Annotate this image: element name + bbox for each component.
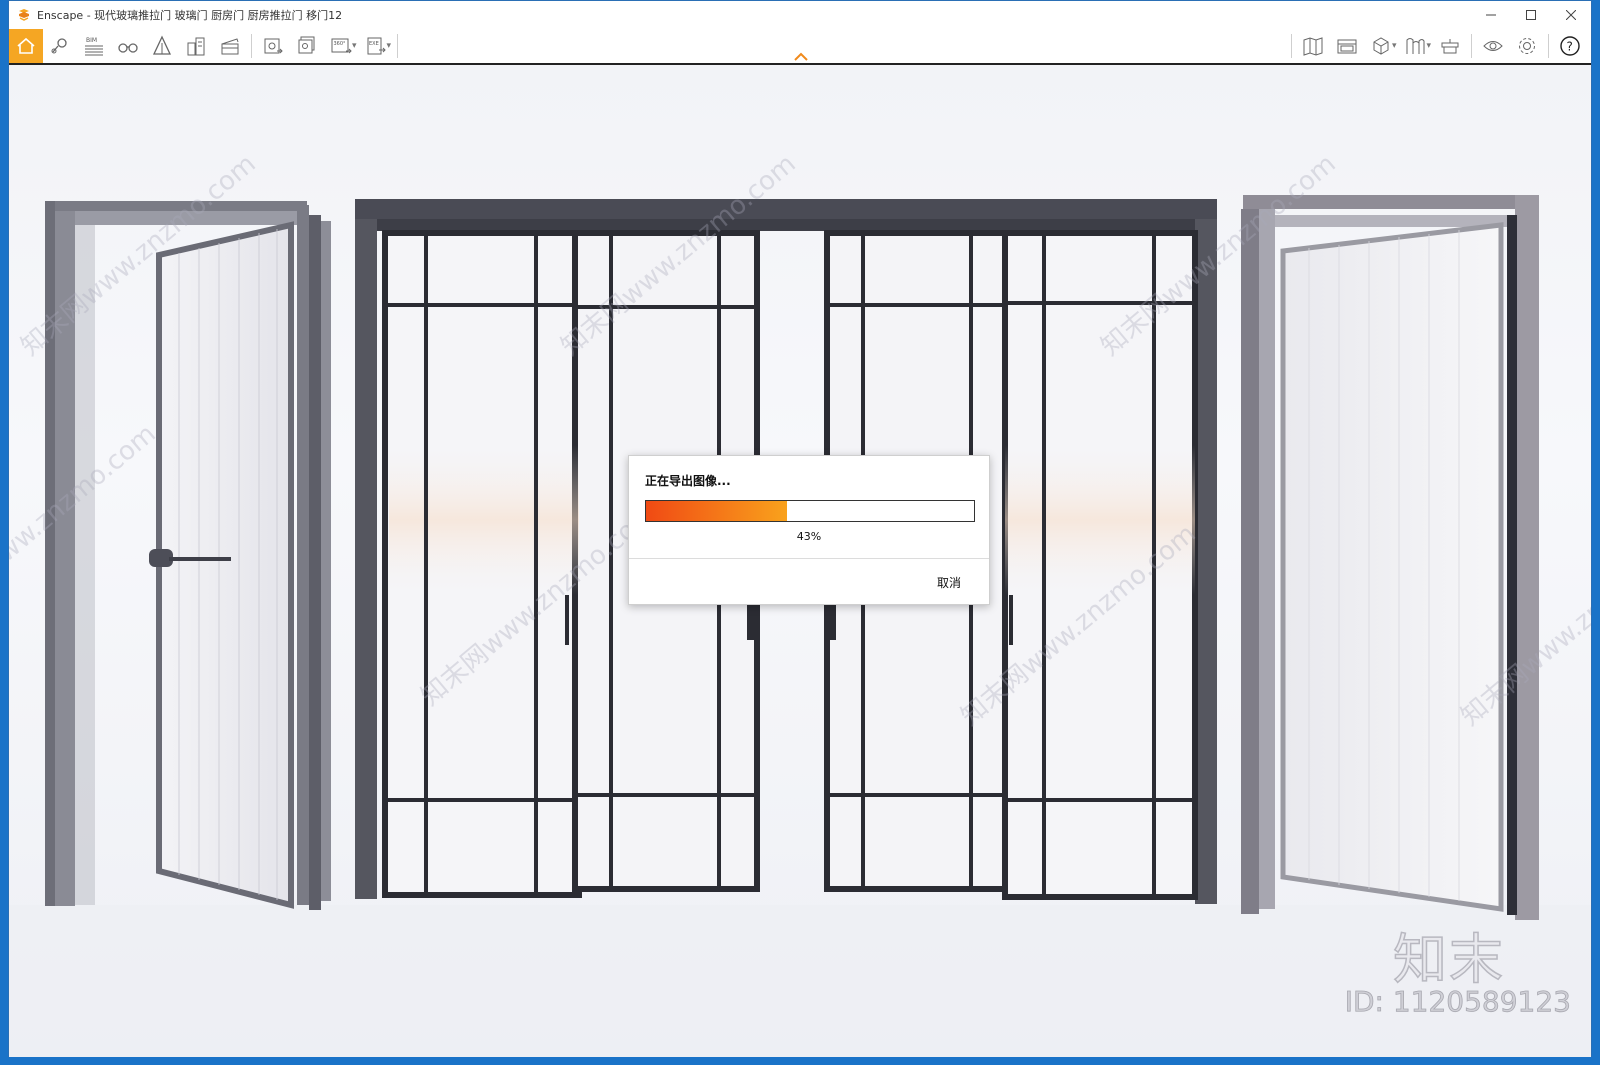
- export-progress-dialog: 正在导出图像... 43% 取消: [628, 455, 990, 605]
- toolbar-separator: [397, 34, 399, 58]
- video-editor-button[interactable]: [213, 29, 247, 63]
- close-button[interactable]: [1551, 1, 1591, 29]
- toolbar-separator: [1548, 34, 1549, 58]
- screenshot-button[interactable]: [256, 29, 290, 63]
- batch-render-icon: [298, 36, 315, 54]
- progress-fill: [646, 501, 788, 521]
- visibility-button[interactable]: [1476, 29, 1510, 63]
- location-pin-icon: [51, 38, 67, 54]
- close-icon: [1566, 10, 1576, 20]
- binoculars-button[interactable]: [111, 29, 145, 63]
- maximize-icon: [1526, 10, 1536, 20]
- enscape-logo-icon: [17, 8, 31, 22]
- chevron-down-icon[interactable]: ▾: [1426, 41, 1431, 51]
- window-controls: [1471, 1, 1591, 29]
- collapse-toolbar-icon[interactable]: [793, 51, 809, 63]
- screenshot-icon: [264, 38, 283, 54]
- buildings-button[interactable]: [179, 29, 213, 63]
- right-swing-door: [1241, 195, 1539, 920]
- export-exe-icon: EXE: [367, 37, 386, 55]
- collaborate-icon: [1441, 39, 1459, 54]
- chevron-down-icon[interactable]: ▾: [352, 41, 357, 51]
- svg-text:BIM: BIM: [86, 37, 97, 44]
- svg-text:?: ?: [1567, 40, 1573, 54]
- dialog-title: 正在导出图像...: [645, 474, 731, 488]
- toolbar-right: ▾ ▾ ?: [1287, 29, 1587, 63]
- maximize-button[interactable]: [1511, 1, 1551, 29]
- asset-library-icon: [152, 35, 172, 55]
- asset-library-button[interactable]: [145, 29, 179, 63]
- export-progress-bar: [645, 500, 975, 522]
- cube-view-icon: [1373, 37, 1389, 55]
- dialog-divider: [629, 558, 989, 559]
- bim-button[interactable]: BIM: [77, 29, 111, 63]
- map-button[interactable]: [1296, 29, 1330, 63]
- panorama-360-icon: 360°: [331, 38, 352, 54]
- enscape-window: Enscape - 现代玻璃推拉门 玻璃门 厨房门 厨房推拉门 移门12 BIM: [8, 0, 1592, 1057]
- progress-percent: 43%: [796, 530, 822, 543]
- help-icon: ?: [1560, 36, 1580, 56]
- home-button[interactable]: [9, 29, 43, 63]
- clapperboard-icon: [221, 38, 239, 55]
- svg-text:EXE: EXE: [369, 41, 379, 47]
- collaborate-button[interactable]: [1433, 29, 1467, 63]
- chevron-down-icon[interactable]: ▾: [1392, 41, 1397, 51]
- toolbar-left: BIM 360° ▾ EXE ▾: [9, 29, 402, 63]
- help-button[interactable]: ?: [1553, 29, 1587, 63]
- bim-icon: BIM: [85, 37, 103, 56]
- settings-button[interactable]: [1510, 29, 1544, 63]
- map-icon: [1303, 37, 1323, 56]
- chevron-down-icon[interactable]: ▾: [387, 41, 392, 51]
- znzmo-logo: 知末: [1392, 927, 1505, 992]
- binoculars-icon: [118, 43, 138, 53]
- views-button[interactable]: [1330, 29, 1364, 63]
- eye-icon: [1483, 41, 1503, 51]
- section-icon: [1406, 38, 1425, 54]
- cancel-button[interactable]: 取消: [937, 574, 961, 591]
- minimize-button[interactable]: [1471, 1, 1511, 29]
- location-button[interactable]: [43, 29, 77, 63]
- model-id-label: ID: 1120589123: [1344, 985, 1571, 1019]
- toolbar-separator: [1471, 34, 1472, 58]
- batch-render-button[interactable]: [290, 29, 324, 63]
- views-icon: [1337, 39, 1357, 54]
- svg-text:360°: 360°: [334, 41, 347, 47]
- toolbar-separator: [251, 34, 252, 58]
- window-title: Enscape - 现代玻璃推拉门 玻璃门 厨房门 厨房推拉门 移门12: [37, 9, 343, 22]
- toolbar-separator: [1290, 34, 1292, 58]
- settings-gear-icon: [1519, 38, 1535, 54]
- minimize-icon: [1486, 14, 1496, 16]
- buildings-icon: [187, 37, 205, 56]
- title-bar: Enscape - 现代玻璃推拉门 玻璃门 厨房门 厨房推拉门 移门12: [9, 1, 1591, 29]
- home-icon: [17, 37, 35, 54]
